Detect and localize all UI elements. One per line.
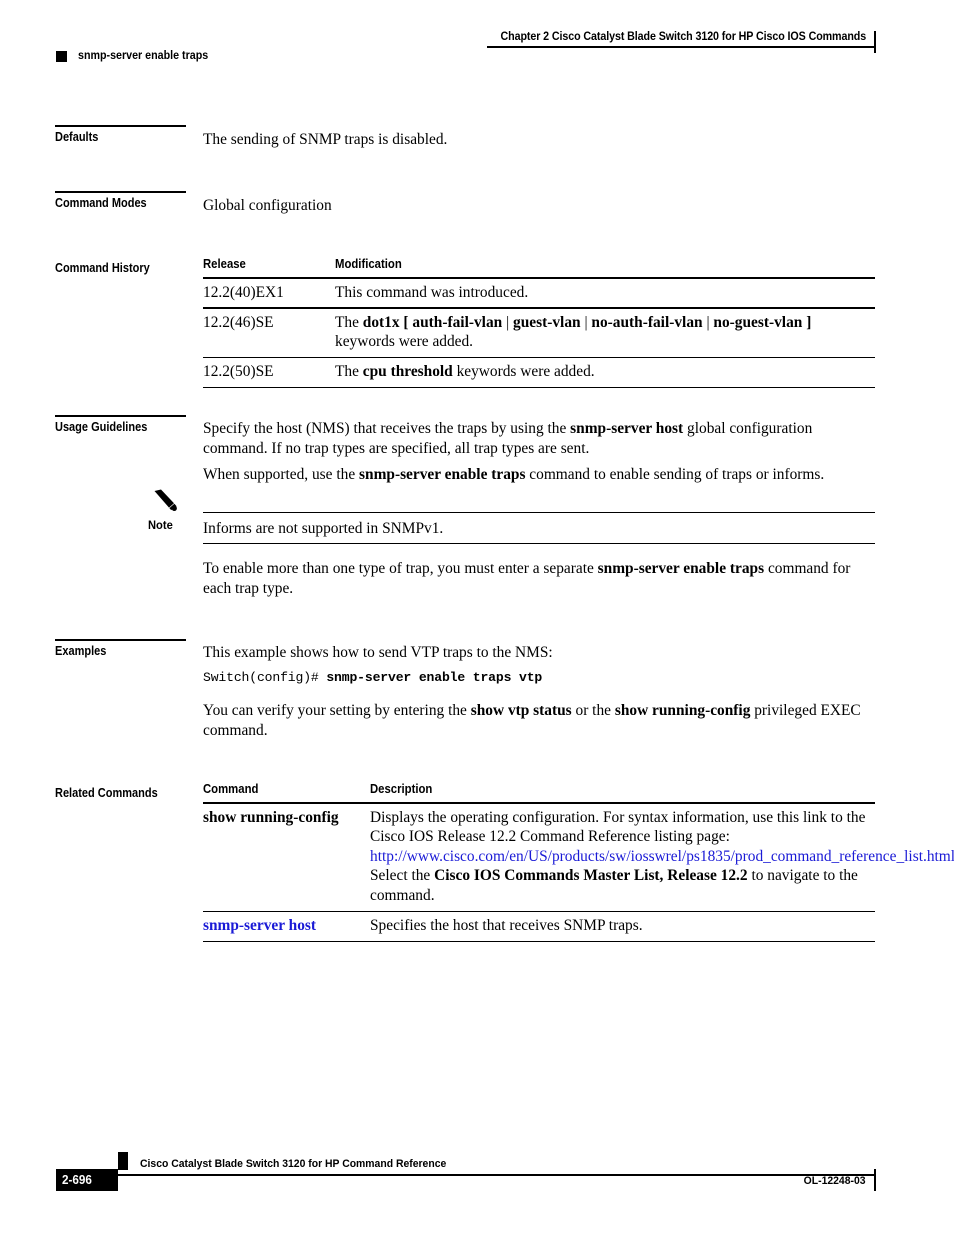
command-modes-rule	[55, 191, 186, 193]
section-label-related-commands: Related Commands	[55, 786, 158, 800]
note-bottom-rule	[203, 543, 875, 545]
section-label-examples: Examples	[55, 644, 107, 658]
footer-end-tick	[874, 1169, 876, 1191]
keyword-guest-vlan: guest-vlan	[513, 313, 581, 331]
release-value: 12.2(40)EX1	[203, 283, 284, 301]
related-commands-table: Command Description show running-config …	[203, 782, 954, 943]
note-text: Informs are not supported in SNMPv1.	[203, 520, 444, 537]
verify-a: You can verify your setting by entering …	[203, 702, 471, 719]
usage-p2-a: When supported, use the	[203, 466, 360, 483]
column-header-command: Command	[203, 782, 259, 796]
defaults-rule	[55, 125, 186, 127]
section-label-command-history: Command History	[55, 261, 150, 275]
text-tail: keywords were added.	[335, 333, 474, 351]
command-history-table: Release Modification 12.2(40)EX1 This co…	[203, 257, 875, 389]
separator-pipe: |	[506, 313, 510, 331]
header-marker-square-icon	[56, 51, 67, 62]
usage-p3-command: snmp-server enable traps	[597, 560, 765, 577]
section-label-usage-guidelines: Usage Guidelines	[55, 420, 148, 434]
release-value: 12.2(46)SE	[203, 313, 274, 331]
footer-rule	[118, 1174, 875, 1176]
table-row: snmp-server host Specifies the host that…	[203, 912, 875, 941]
text-lead: The	[335, 313, 363, 331]
note-label: Note	[148, 518, 173, 532]
code-command: snmp-server enable traps vtp	[326, 670, 543, 685]
verify-command-show-running-config: show running-config	[614, 702, 751, 719]
keyword-no-guest-vlan: no-guest-vlan	[713, 313, 803, 331]
keyword-no-auth-fail-vlan: no-auth-fail-vlan	[591, 313, 703, 331]
related-command-name[interactable]: snmp-server host	[203, 916, 370, 936]
related-command-name[interactable]: show running-config	[203, 808, 370, 828]
keyword-auth-fail-vlan: auth-fail-vlan	[412, 313, 503, 331]
command-show-running-config[interactable]: show running-config	[203, 809, 339, 826]
note-top-rule	[203, 512, 875, 514]
cisco-doc-link-line2[interactable]: _reference_list.html	[832, 848, 954, 865]
table-row: 12.2(50)SE The cpu threshold keywords we…	[203, 358, 875, 387]
header-command-name: snmp-server enable traps	[78, 50, 209, 62]
section-label-defaults: Defaults	[55, 130, 99, 144]
desc-text-1: Displays the operating configuration. Fo…	[370, 808, 866, 846]
modification-value: This command was introduced.	[335, 283, 529, 301]
cisco-doc-link-line1[interactable]: http://www.cisco.com/en/US/products/sw/i…	[370, 848, 832, 865]
examples-verify-text: You can verify your setting by entering …	[203, 701, 879, 740]
table-row-rule	[203, 386, 875, 389]
header-rule	[487, 46, 875, 48]
usage-p1-a: Specify the host (NMS) that receives the…	[203, 420, 571, 437]
footer-document-title: Cisco Catalyst Blade Switch 3120 for HP …	[140, 1158, 447, 1170]
header-chapter-title: Chapter 2 Cisco Catalyst Blade Switch 31…	[500, 31, 866, 43]
document-page: Chapter 2 Cisco Catalyst Blade Switch 31…	[0, 0, 954, 1235]
footer-page-number: 2-696	[62, 1172, 92, 1187]
modification-value: The cpu threshold keywords were added.	[335, 362, 875, 382]
desc-text-2a: Select the	[370, 867, 435, 885]
code-prompt: Switch(config)#	[203, 670, 327, 685]
table-row: show running-config Displays the operati…	[203, 804, 954, 911]
section-label-command-modes: Command Modes	[55, 196, 147, 210]
separator-pipe: |	[706, 313, 710, 331]
table-row: 12.2(40)EX1 This command was introduced.	[203, 279, 875, 308]
column-header-description: Description	[370, 782, 433, 796]
example-code-line: Switch(config)# snmp-server enable traps…	[203, 670, 542, 685]
table-header-row: Release Modification	[203, 257, 875, 277]
usage-paragraph-3: To enable more than one type of trap, yo…	[203, 559, 879, 598]
keyword-cpu-threshold: cpu threshold	[362, 363, 453, 381]
column-header-release: Release	[203, 257, 246, 271]
header-end-tick	[874, 31, 876, 53]
usage-p2-command: snmp-server enable traps	[359, 466, 526, 483]
separator-pipe: |	[584, 313, 588, 331]
modification-value: The dot1x [ auth-fail-vlan | guest-vlan …	[335, 313, 875, 352]
usage-p2-c: command to enable sending of traps or in…	[525, 466, 825, 483]
text-lead: The	[335, 363, 363, 381]
usage-paragraph-2: When supported, use the snmp-server enab…	[203, 465, 879, 485]
table-row: 12.2(46)SE The dot1x [ auth-fail-vlan | …	[203, 309, 875, 357]
command-modes-text: Global configuration	[203, 197, 332, 214]
usage-p1-command: snmp-server host	[570, 420, 684, 437]
related-command-description: Specifies the host that receives SNMP tr…	[370, 917, 643, 935]
examples-intro: This example shows how to send VTP traps…	[203, 644, 553, 661]
release-value: 12.2(50)SE	[203, 363, 274, 381]
verify-c: or the	[571, 702, 615, 719]
table-row-rule	[203, 940, 875, 943]
master-list-reference: Cisco IOS Commands Master List, Release …	[434, 867, 748, 885]
related-command-description: Displays the operating configuration. Fo…	[370, 808, 954, 906]
bracket-open: [	[403, 313, 409, 331]
usage-guidelines-rule	[55, 415, 186, 417]
usage-paragraph-1: Specify the host (NMS) that receives the…	[203, 419, 879, 458]
usage-p3-a: To enable more than one type of trap, yo…	[203, 560, 598, 577]
examples-rule	[55, 639, 186, 641]
verify-command-show-vtp-status: show vtp status	[470, 702, 572, 719]
defaults-text: The sending of SNMP traps is disabled.	[203, 131, 448, 148]
footer-marker-square-icon	[118, 1152, 128, 1170]
column-header-modification: Modification	[335, 257, 402, 271]
footer-document-id: OL-12248-03	[804, 1175, 866, 1187]
note-pencil-icon	[154, 489, 177, 511]
text-tail: keywords were added.	[452, 363, 595, 381]
table-header-row: Command Description	[203, 782, 875, 802]
keyword-dot1x: dot1x	[362, 313, 400, 331]
command-snmp-server-host[interactable]: snmp-server host	[203, 917, 316, 934]
bracket-close: ]	[806, 313, 812, 331]
